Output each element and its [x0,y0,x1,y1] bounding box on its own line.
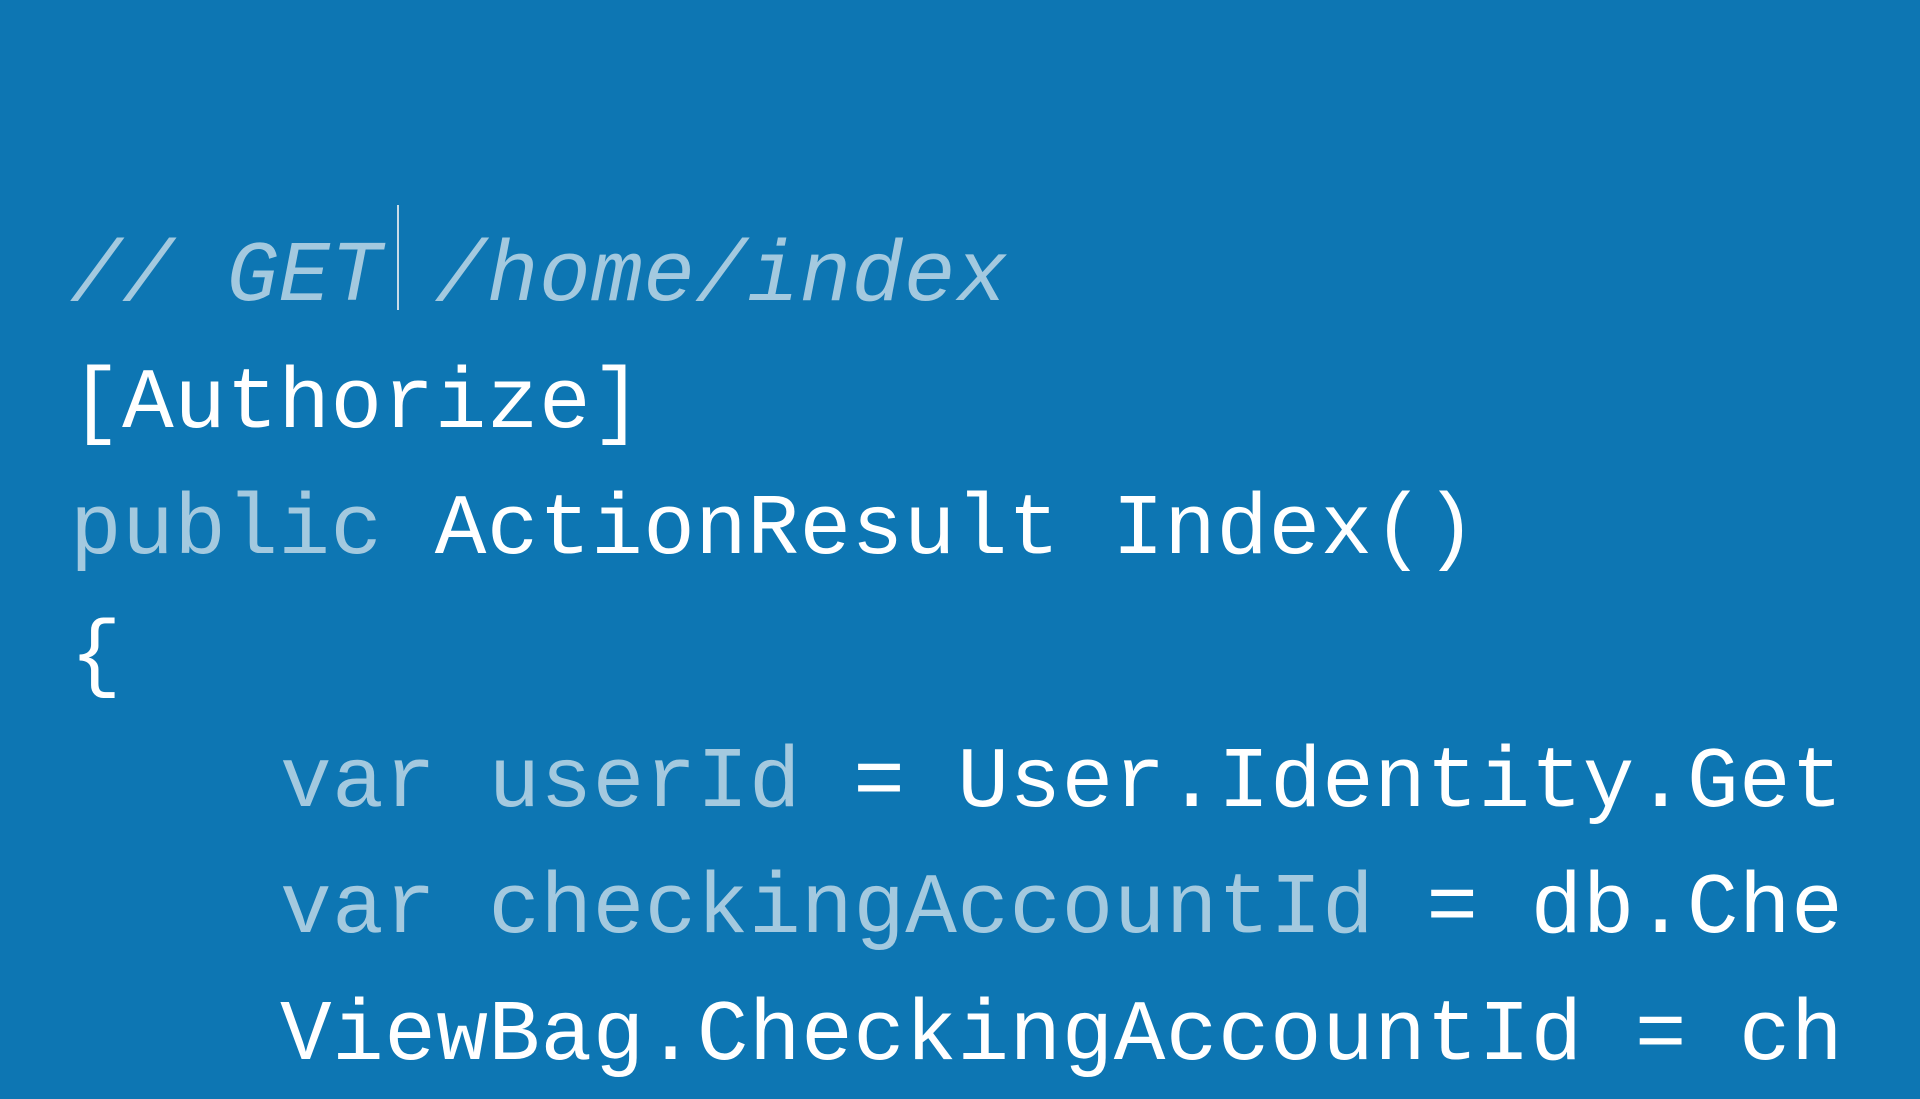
return-type-space [383,481,435,579]
space [1060,481,1112,579]
public-keyword: public [70,481,383,579]
var-value-1: User.Identity.Get [957,734,1843,832]
open-brace: { [70,608,122,706]
comment-line: // GET /home/index [70,228,1008,326]
var-name-userid: userId [488,734,801,832]
var-name-checkingaccountid: checkingAccountId [488,860,1374,958]
var-keyword-1: var [280,734,436,832]
assign-2: = [1374,860,1530,958]
return-type: ActionResult [435,481,1060,579]
var-value-2: db.Che [1531,860,1844,958]
code-snippet: // GET /home/index [Authorize] public Ac… [0,0,1920,1099]
viewbag-line: ViewBag.CheckingAccountId = ch [280,987,1843,1085]
method-name: Index() [1112,481,1477,579]
space [436,734,488,832]
space [436,860,488,958]
var-keyword-2: var [280,860,436,958]
assign-1: = [801,734,957,832]
authorize-attribute: [Authorize] [70,355,643,453]
text-cursor [397,205,399,310]
